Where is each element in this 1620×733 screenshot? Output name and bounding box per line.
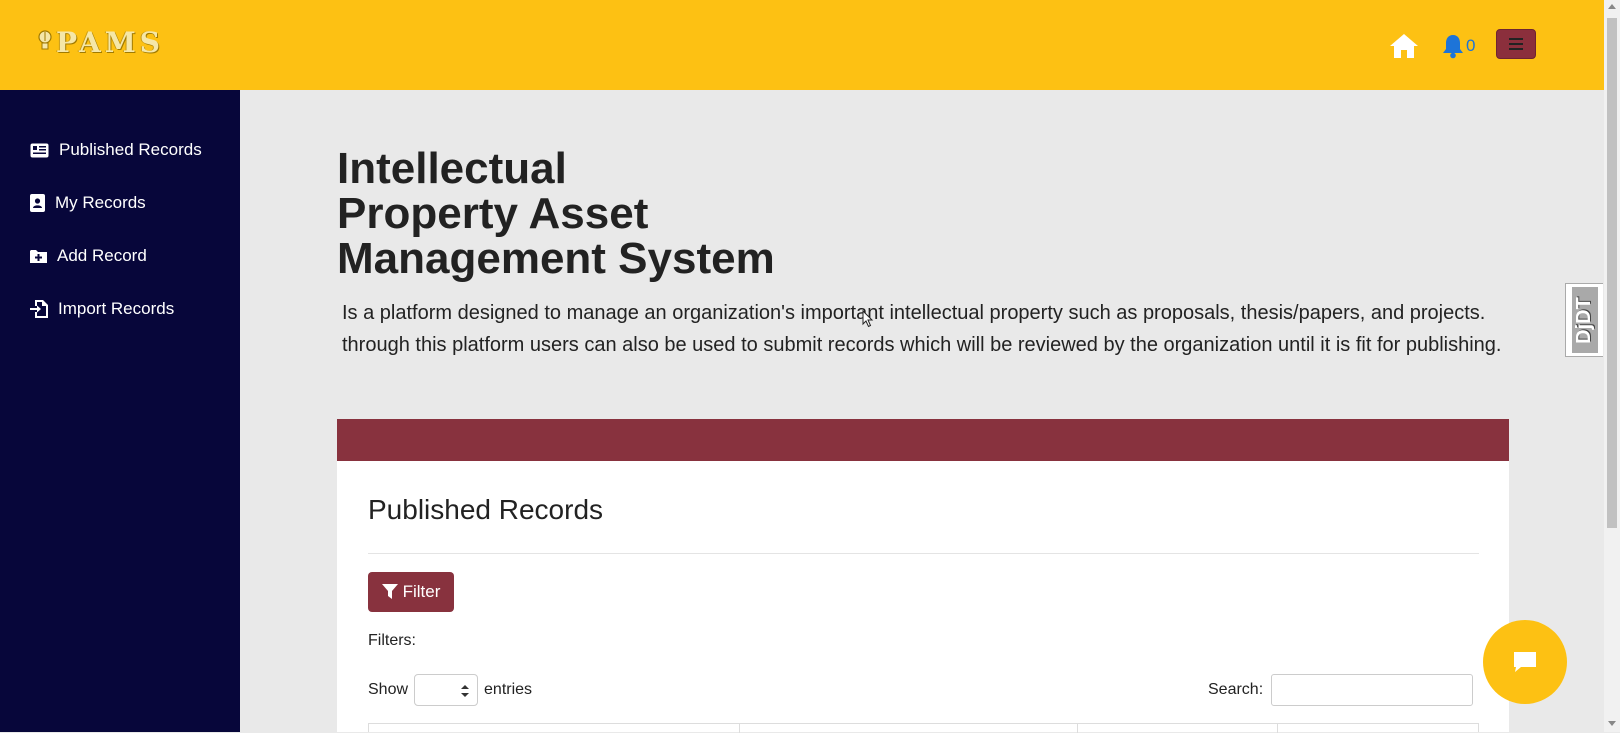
- hamburger-icon: [1509, 43, 1523, 45]
- bell-icon: [1443, 35, 1463, 59]
- sidebar-item-label: Add Record: [57, 246, 147, 265]
- debug-toolbar-label: DjDT: [1573, 296, 1596, 344]
- search-input[interactable]: [1271, 674, 1474, 706]
- debug-toolbar-handle[interactable]: DjDT: [1565, 283, 1603, 357]
- chat-icon: [1514, 652, 1536, 672]
- filters-label: Filters:: [368, 632, 416, 649]
- entries-select[interactable]: [414, 674, 479, 706]
- sidebar-item-label: Published Records: [59, 140, 202, 159]
- card-header-bar: [337, 419, 1509, 461]
- card-title: Published Records: [368, 494, 604, 525]
- select-arrows-icon: [461, 685, 470, 697]
- sidebar-item-import-records[interactable]: Import Records: [30, 296, 174, 322]
- scroll-down-arrow-icon[interactable]: [1608, 721, 1616, 726]
- scrollbar-thumb[interactable]: [1607, 18, 1617, 528]
- scroll-up-arrow-icon[interactable]: [1608, 4, 1616, 9]
- file-import-icon: [30, 300, 48, 318]
- home-button[interactable]: [1388, 32, 1420, 60]
- table-search: Search:: [1208, 674, 1474, 706]
- records-table-header: [368, 723, 1479, 733]
- published-records-card: Published Records Filter Filters: Show e…: [337, 461, 1509, 733]
- notifications-button[interactable]: 0: [1442, 32, 1475, 60]
- sidebar: Published Records My Records Add Record …: [0, 90, 240, 732]
- menu-toggle-button[interactable]: [1496, 29, 1536, 59]
- user-file-icon: [30, 194, 45, 212]
- filter-button-label: Filter: [402, 582, 441, 601]
- logo-text: PAMS: [56, 25, 164, 59]
- notification-count: 0: [1466, 36, 1476, 55]
- search-label: Search:: [1208, 681, 1264, 698]
- app-logo[interactable]: PAMS: [36, 24, 164, 60]
- lightbulb-icon: [38, 30, 52, 50]
- hamburger-icon: [1509, 38, 1523, 40]
- show-label: Show: [368, 681, 409, 698]
- debug-toolbar-badge: DjDT: [1571, 287, 1598, 353]
- page-scrollbar[interactable]: [1604, 0, 1620, 732]
- sidebar-item-label: My Records: [55, 193, 146, 212]
- title-line: Property Asset: [337, 189, 649, 238]
- sidebar-item-label: Import Records: [58, 299, 175, 318]
- sidebar-item-my-records[interactable]: My Records: [30, 190, 146, 216]
- entries-length-control: Show entries: [368, 674, 532, 706]
- newspaper-icon: [30, 143, 49, 157]
- mouse-cursor-icon: [862, 310, 874, 328]
- top-navbar: PAMS 0: [0, 0, 1604, 90]
- page-title: Intellectual Property Asset Management S…: [337, 146, 857, 281]
- title-line: Management System: [337, 234, 775, 283]
- platform-description: Is a platform designed to manage an orga…: [342, 302, 1502, 356]
- title-line: Intellectual: [337, 144, 567, 193]
- entries-label: entries: [484, 681, 533, 698]
- sidebar-item-add-record[interactable]: Add Record: [30, 243, 147, 269]
- filter-icon: [381, 584, 398, 599]
- folder-plus-icon: [30, 249, 47, 263]
- filter-button[interactable]: Filter: [368, 572, 454, 612]
- home-icon: [1390, 34, 1418, 58]
- divider: [368, 553, 1479, 554]
- chat-button[interactable]: [1483, 620, 1567, 704]
- sidebar-item-published-records[interactable]: Published Records: [30, 137, 202, 163]
- hamburger-icon: [1509, 48, 1523, 50]
